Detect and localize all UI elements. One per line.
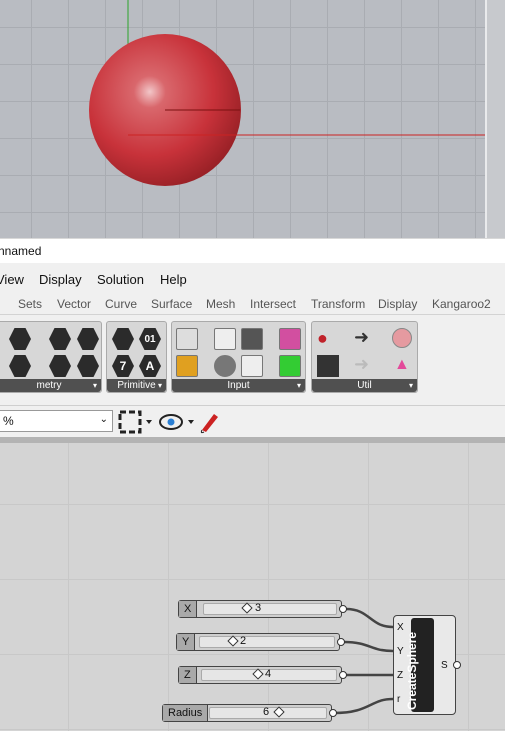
create-sphere-component[interactable]: X Y Z r CreateSphere S xyxy=(393,615,461,715)
tab-intersect[interactable]: Intersect xyxy=(250,297,296,311)
viewport-scene xyxy=(89,0,485,186)
slider-z-output-port[interactable] xyxy=(339,671,347,679)
menu-bar: View Display Solution Help xyxy=(0,263,505,295)
panel-label-input: Input xyxy=(172,379,305,392)
grasshopper-canvas[interactable]: X 3 Y 2 Z 4 Radius 6 X Y Z r CreateSpher… xyxy=(0,437,505,731)
wire-y xyxy=(343,640,394,653)
input-y[interactable]: Y xyxy=(397,646,404,657)
window-title-bar: nnamed xyxy=(0,238,505,263)
tab-display[interactable]: Display xyxy=(378,297,417,311)
slider-x-output-port[interactable] xyxy=(339,605,347,613)
output-s[interactable]: S xyxy=(441,660,448,671)
panel-icon[interactable] xyxy=(214,328,236,350)
tab-surface[interactable]: Surface xyxy=(151,297,192,311)
slider-y-value: 2 xyxy=(240,635,247,647)
tab-mesh[interactable]: Mesh xyxy=(206,297,235,311)
binary-icon[interactable]: 01 xyxy=(139,328,161,350)
slider-radius-value: 6 xyxy=(263,706,270,718)
integer-icon[interactable]: 7 xyxy=(112,355,134,377)
atom-icon[interactable] xyxy=(77,328,99,350)
slider-x-track[interactable] xyxy=(203,603,337,615)
slider-y-label: Y xyxy=(177,634,196,650)
slider-z[interactable]: Z 4 xyxy=(178,666,347,684)
chevron-down-icon: ⌄ xyxy=(99,414,108,425)
tab-sets[interactable]: Sets xyxy=(18,297,42,311)
geometry-icon[interactable] xyxy=(9,328,31,350)
mesh-icon[interactable] xyxy=(77,355,99,377)
panel-label-geometry: metry xyxy=(0,379,101,392)
tab-curve[interactable]: Curve xyxy=(105,297,137,311)
menu-solution[interactable]: Solution xyxy=(97,272,144,287)
preview-dropdown-arrow-icon xyxy=(188,420,194,424)
zoom-value: % xyxy=(3,414,14,428)
box-icon[interactable] xyxy=(49,328,71,350)
window-title: nnamed xyxy=(0,244,42,258)
zoom-dropdown[interactable]: % ⌄ xyxy=(0,410,113,432)
cherry-icon[interactable]: ● xyxy=(317,328,328,349)
component-name: CreateSphere xyxy=(405,631,419,710)
boolean-icon[interactable] xyxy=(112,328,134,350)
panel-label-util: Util xyxy=(312,379,417,392)
toolbar-icons xyxy=(118,410,218,434)
panel-input: Input xyxy=(171,321,306,393)
graph-mapper-icon[interactable] xyxy=(176,355,198,377)
slider-z-label: Z xyxy=(179,667,197,683)
canvas-toolbar: % ⌄ xyxy=(0,405,505,437)
gears-icon[interactable] xyxy=(392,328,412,348)
text-icon[interactable]: A xyxy=(139,355,161,377)
output-port[interactable] xyxy=(453,661,461,669)
slider-radius[interactable]: Radius 6 xyxy=(162,704,337,722)
arrow-outline-icon[interactable]: ➜ xyxy=(354,354,369,375)
timer-icon[interactable] xyxy=(241,328,263,350)
slider-radius-label: Radius xyxy=(163,705,209,721)
slider-x-label: X xyxy=(179,601,198,617)
zoom-extents-icon xyxy=(118,410,142,434)
slider-z-value: 4 xyxy=(265,668,272,680)
wire-r xyxy=(333,697,394,715)
viewport-side-strip xyxy=(485,0,505,238)
surface-icon[interactable] xyxy=(49,355,71,377)
gradient-icon[interactable] xyxy=(279,355,301,377)
tab-vector[interactable]: Vector xyxy=(57,297,91,311)
wire-x xyxy=(345,607,394,629)
arrow-icon[interactable]: ➜ xyxy=(354,327,369,348)
list-icon[interactable] xyxy=(241,355,263,377)
dial-icon[interactable] xyxy=(214,355,236,377)
menu-view[interactable]: View xyxy=(0,272,24,287)
panel-util: ● ➜ ➜ ▲ Util xyxy=(311,321,418,393)
slider-x-value: 3 xyxy=(255,602,262,614)
slider-y-track[interactable] xyxy=(199,636,335,648)
input-r[interactable]: r xyxy=(397,694,400,705)
slider-y-output-port[interactable] xyxy=(337,638,345,646)
rhino-viewport[interactable] xyxy=(0,0,505,238)
tab-transform[interactable]: Transform xyxy=(311,297,365,311)
zoom-dropdown-arrow-icon xyxy=(146,420,152,424)
component-tabs: Sets Vector Curve Surface Mesh Intersect… xyxy=(0,295,505,315)
panel-geometry: metry xyxy=(0,321,102,393)
tab-kangaroo2[interactable]: Kangaroo2 xyxy=(432,297,491,311)
point-icon[interactable] xyxy=(9,355,31,377)
slider-radius-output-port[interactable] xyxy=(329,709,337,717)
tree-icon[interactable] xyxy=(317,355,339,377)
slider-x[interactable]: X 3 xyxy=(178,600,347,618)
slider-icon[interactable] xyxy=(279,328,301,350)
menu-display[interactable]: Display xyxy=(39,272,82,287)
input-z[interactable]: Z xyxy=(397,670,403,681)
paint-brush-icon xyxy=(202,414,218,432)
slider-y[interactable]: Y 2 xyxy=(176,633,345,651)
flask-icon[interactable]: ▲ xyxy=(394,356,410,374)
component-ribbon: metry 01 7 A Primitive Input ● ➜ ➜ ▲ Uti… xyxy=(0,315,505,405)
panel-label-primitive: Primitive xyxy=(107,379,166,392)
menu-help[interactable]: Help xyxy=(160,272,187,287)
panel-primitive: 01 7 A Primitive xyxy=(106,321,167,393)
import-icon[interactable] xyxy=(176,328,198,350)
input-x[interactable]: X xyxy=(397,622,404,633)
